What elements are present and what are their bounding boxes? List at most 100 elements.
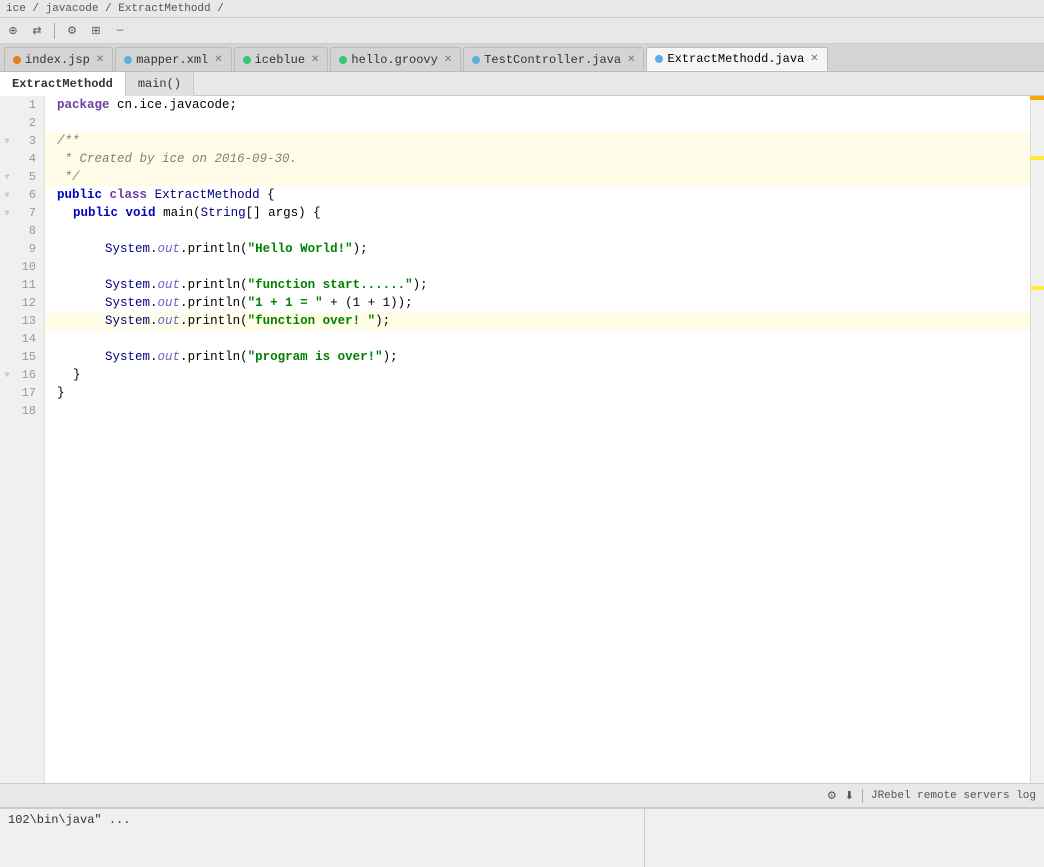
tab-dot-extract-methord [655, 55, 663, 63]
code-line-8 [45, 222, 1030, 240]
fold-icon-3[interactable]: ▿ [2, 136, 12, 146]
type-string: String [201, 206, 246, 220]
marker-yellow-mid [1030, 156, 1044, 160]
code-str-15: "program is over!" [248, 350, 383, 364]
bottom-left-terminal[interactable]: 102\bin\java" ... [0, 809, 644, 867]
download-status-icon[interactable]: ⬇ [845, 789, 854, 803]
code-line-7: public void main(String[] args) { [45, 204, 1030, 222]
tab-hello-groovy[interactable]: hello.groovy ✕ [330, 47, 461, 71]
tab-dot-iceblue [243, 56, 251, 64]
line-num-17: 17 [0, 384, 44, 402]
keyword-package: package [57, 98, 110, 112]
toolbar-icon-3[interactable]: ⚙ [63, 22, 81, 40]
tab-close-extract-methord[interactable]: ✕ [810, 53, 818, 65]
code-line-2 [45, 114, 1030, 132]
marker-yellow-bottom [1030, 286, 1044, 290]
tab-close-index-jsp[interactable]: ✕ [96, 54, 104, 66]
terminal-text: 102\bin\java" ... [8, 813, 130, 827]
keyword-class: class [110, 188, 148, 202]
sub-tab-bar: ExtractMethodd main() [0, 72, 1044, 96]
line-num-15: 15 [0, 348, 44, 366]
keyword-public-7: public [73, 206, 118, 220]
code-paren-15: ); [383, 350, 398, 364]
code-println-15: println( [188, 350, 248, 364]
method-name: main( [163, 206, 201, 220]
tab-label-iceblue: iceblue [255, 53, 305, 67]
tab-mapper-xml[interactable]: mapper.xml ✕ [115, 47, 231, 71]
toolbar-icon-1[interactable]: ⊕ [4, 22, 22, 40]
tab-dot-test-controller [472, 56, 480, 64]
line-num-18: 18 [0, 402, 44, 420]
line-num-6: ▿ 6 [0, 186, 44, 204]
toolbar-icon-5[interactable]: — [111, 22, 129, 40]
status-bar: ⚙ ⬇ JRebel remote servers log [0, 783, 1044, 807]
editor-container: ExtractMethodd main() 1 2 ▿ 3 4 ▿ 5 ▿ 6 [0, 72, 1044, 783]
toolbar-icon-2[interactable]: ⇄ [28, 22, 46, 40]
code-package-name: cn.ice.javacode; [117, 98, 237, 112]
code-line-1: package cn.ice.javacode; [45, 96, 1030, 114]
line-num-9: 9 [0, 240, 44, 258]
code-println-12: println( [188, 296, 248, 310]
tab-close-test-controller[interactable]: ✕ [627, 54, 635, 66]
keyword-public-6: public [57, 188, 102, 202]
toolbar-separator [54, 23, 55, 39]
fold-icon-7[interactable]: ▿ [2, 208, 12, 218]
breadcrumb-bar: ice / javacode / ExtractMethodd / [0, 0, 1044, 18]
line-num-7: ▿ 7 [0, 204, 44, 222]
bottom-panel: 102\bin\java" ... [0, 807, 1044, 867]
code-println-9: println( [188, 242, 248, 256]
code-str-11: "function start......" [248, 278, 413, 292]
fold-icon-6[interactable]: ▿ [2, 190, 12, 200]
tab-close-iceblue[interactable]: ✕ [311, 54, 319, 66]
sub-tab-main[interactable]: main() [126, 72, 194, 96]
tab-dot-hello-groovy [339, 56, 347, 64]
tab-bar: index.jsp ✕ mapper.xml ✕ iceblue ✕ hello… [0, 44, 1044, 72]
code-out-15: out [158, 350, 181, 364]
code-line-4: * Created by ice on 2016-09-30. [45, 150, 1030, 168]
line-num-12: 12 [0, 294, 44, 312]
fold-icon-5[interactable]: ▿ [2, 172, 12, 182]
tab-close-hello-groovy[interactable]: ✕ [444, 54, 452, 66]
code-line-17: } [45, 384, 1030, 402]
code-area[interactable]: package cn.ice.javacode; /** * Created b… [45, 96, 1030, 783]
tab-index-jsp[interactable]: index.jsp ✕ [4, 47, 113, 71]
code-paren-11: ); [413, 278, 428, 292]
code-line-11: System.out.println("function start......… [45, 276, 1030, 294]
tab-test-controller[interactable]: TestController.java ✕ [463, 47, 644, 71]
code-args: [] args) { [246, 206, 321, 220]
code-line-13: System.out.println("function over! "); [45, 312, 1030, 330]
tab-label-index-jsp: index.jsp [25, 53, 90, 67]
code-println-13: println( [188, 314, 248, 328]
tab-dot-index-jsp [13, 56, 21, 64]
tab-close-mapper-xml[interactable]: ✕ [214, 54, 222, 66]
line-num-8: 8 [0, 222, 44, 240]
fold-icon-16[interactable]: ▿ [2, 370, 12, 380]
classname: ExtractMethodd [155, 188, 260, 202]
tab-extract-methord[interactable]: ExtractMethodd.java ✕ [646, 47, 827, 71]
tab-iceblue[interactable]: iceblue ✕ [234, 47, 329, 71]
code-out-13: out [158, 314, 181, 328]
code-line-5: */ [45, 168, 1030, 186]
code-str-13: "function over! " [248, 314, 376, 328]
line-num-2: 2 [0, 114, 44, 132]
code-line-9: System.out.println("Hello World!"); [45, 240, 1030, 258]
sub-tab-extract-methord[interactable]: ExtractMethodd [0, 72, 126, 96]
line-num-1: 1 [0, 96, 44, 114]
code-line-10 [45, 258, 1030, 276]
code-brace-close-class: } [57, 386, 65, 400]
keyword-void: void [126, 206, 156, 220]
code-paren-9: ); [353, 242, 368, 256]
code-out-11: out [158, 278, 181, 292]
toolbar-icon-4[interactable]: ⊞ [87, 22, 105, 40]
line-num-10: 10 [0, 258, 44, 276]
gear-status-icon[interactable]: ⚙ [827, 789, 837, 803]
comment-open: /** [57, 134, 80, 148]
bottom-right-panel [644, 809, 1044, 867]
code-str-9: "Hello World!" [248, 242, 353, 256]
code-line-15: System.out.println("program is over!"); [45, 348, 1030, 366]
code-concat-12: + (1 + 1)); [323, 296, 413, 310]
jrebel-label[interactable]: JRebel remote servers log [871, 790, 1036, 802]
tab-label-mapper-xml: mapper.xml [136, 53, 208, 67]
sub-tab-label-extract-methord: ExtractMethodd [12, 77, 113, 91]
tab-label-hello-groovy: hello.groovy [351, 53, 437, 67]
